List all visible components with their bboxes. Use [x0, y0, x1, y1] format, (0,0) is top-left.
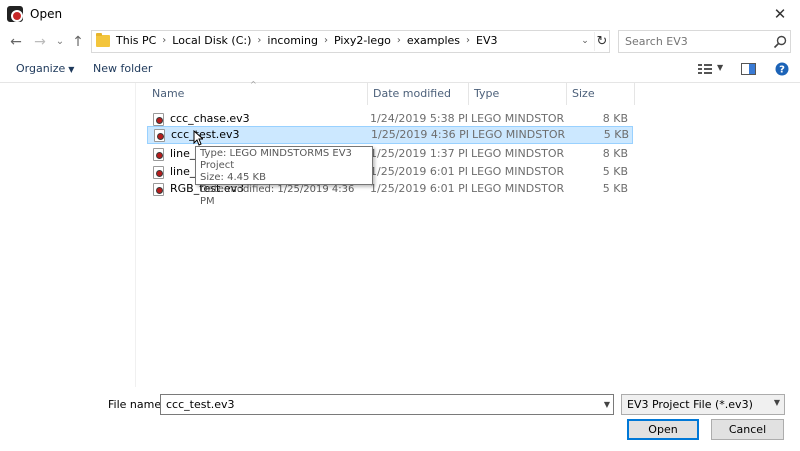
- file-name: ccc_test.ev3: [171, 128, 240, 141]
- file-date: 1/25/2019 1:37 PM: [370, 147, 467, 160]
- chevron-right-icon[interactable]: ›: [253, 35, 265, 46]
- address-bar[interactable]: This PC › Local Disk (C:) › incoming › P…: [91, 30, 610, 53]
- breadcrumb-local-disk[interactable]: Local Disk (C:): [170, 34, 253, 47]
- ev3-file-icon: [153, 182, 164, 196]
- file-size: 5 KB: [602, 182, 628, 195]
- organize-button[interactable]: Organize ▼: [16, 62, 74, 75]
- tooltip-type: Type: LEGO MINDSTORMS EV3 Project: [200, 148, 352, 171]
- file-date: 1/25/2019 6:01 PM: [370, 165, 467, 178]
- view-dropdown-icon[interactable]: ▼: [717, 63, 723, 72]
- breadcrumb-this-pc[interactable]: This PC: [114, 34, 158, 47]
- breadcrumb-incoming[interactable]: incoming: [265, 34, 320, 47]
- breadcrumb-examples[interactable]: examples: [405, 34, 462, 47]
- file-tooltip: Type: LEGO MINDSTORMS EV3 Project Size: …: [195, 146, 373, 207]
- file-type: LEGO MINDSTORMS ...: [471, 147, 565, 160]
- file-type: LEGO MINDSTORMS ...: [472, 128, 566, 141]
- breadcrumb-ev3[interactable]: EV3: [474, 34, 499, 47]
- preview-pane-icon[interactable]: [740, 61, 758, 77]
- file-type-filter-value: EV3 Project File (*.ev3): [627, 398, 753, 411]
- tooltip-date: Date modified: 1/25/2019 4:36 PM: [200, 184, 355, 207]
- chevron-down-icon[interactable]: ▼: [601, 397, 613, 412]
- search-input[interactable]: [623, 33, 768, 50]
- help-icon[interactable]: ?: [773, 61, 791, 77]
- window-title: Open: [30, 7, 63, 21]
- tooltip-size: Size: 4.45 KB: [200, 172, 266, 183]
- file-name-label: File name:: [108, 398, 165, 411]
- ev3-file-icon: [154, 128, 165, 142]
- search-icon[interactable]: [772, 34, 788, 50]
- column-name[interactable]: Name: [147, 83, 368, 105]
- breadcrumb-pixy2-lego[interactable]: Pixy2-lego: [332, 34, 393, 47]
- forward-icon[interactable]: →: [30, 32, 50, 52]
- recent-locations-icon[interactable]: ⌄: [50, 32, 70, 52]
- file-date: 1/25/2019 6:01 PM: [370, 182, 467, 195]
- command-bar: Organize ▼ New folder ▼ ?: [0, 57, 800, 81]
- new-folder-button[interactable]: New folder: [93, 62, 152, 75]
- open-button[interactable]: Open: [627, 419, 699, 440]
- chevron-down-icon[interactable]: ⌄: [578, 33, 592, 50]
- file-size: 5 KB: [603, 128, 629, 141]
- file-type-filter[interactable]: EV3 Project File (*.ev3) ▼: [621, 394, 785, 415]
- column-size[interactable]: Size: [567, 83, 635, 105]
- chevron-right-icon[interactable]: ›: [462, 35, 474, 46]
- chevron-right-icon[interactable]: ›: [158, 35, 170, 46]
- column-date-modified[interactable]: Date modified: [368, 83, 469, 105]
- file-type: LEGO MINDSTORMS ...: [471, 165, 565, 178]
- ev3-file-icon: [153, 165, 164, 179]
- search-box[interactable]: [618, 30, 791, 53]
- ev3-file-icon: [153, 147, 164, 161]
- folder-icon: [96, 33, 110, 47]
- breadcrumb: This PC › Local Disk (C:) › incoming › P…: [114, 34, 499, 47]
- column-type[interactable]: Type: [469, 83, 567, 105]
- chevron-right-icon[interactable]: ›: [393, 35, 405, 46]
- file-type: LEGO MINDSTORMS ...: [471, 182, 565, 195]
- column-header: Name Date modified Type Size: [147, 83, 635, 105]
- file-size: 8 KB: [602, 147, 628, 160]
- close-icon[interactable]: ✕: [765, 2, 795, 26]
- file-list-pane: Name Date modified Type Size ^ ccc_chase…: [0, 80, 800, 387]
- file-size: 5 KB: [602, 165, 628, 178]
- ev3-file-icon: [153, 112, 164, 126]
- file-row[interactable]: ccc_test.ev3 1/25/2019 4:36 PM LEGO MINDST…: [147, 126, 633, 144]
- title-bar: Open ✕: [0, 0, 800, 28]
- file-name-combobox[interactable]: ▼: [160, 394, 614, 415]
- navigation-pane-divider: [135, 83, 136, 387]
- file-name-cell: ccc_test.ev3: [148, 126, 367, 144]
- chevron-down-icon: ▼: [773, 398, 780, 407]
- mouse-cursor-icon: [193, 130, 203, 146]
- chevron-right-icon[interactable]: ›: [320, 35, 332, 46]
- file-date: 1/25/2019 4:36 PM: [371, 128, 468, 141]
- caret-down-icon: ▼: [68, 65, 75, 74]
- organize-label: Organize: [16, 62, 66, 75]
- app-icon: [7, 6, 23, 22]
- refresh-icon[interactable]: ↻: [594, 32, 609, 51]
- view-options-icon[interactable]: [697, 61, 715, 77]
- cancel-button[interactable]: Cancel: [711, 419, 784, 440]
- back-icon[interactable]: ←: [6, 32, 26, 52]
- sort-arrow-icon: ^: [250, 80, 257, 89]
- up-icon[interactable]: ↑: [68, 32, 88, 52]
- svg-text:?: ?: [779, 65, 785, 76]
- file-name-input[interactable]: [164, 396, 594, 413]
